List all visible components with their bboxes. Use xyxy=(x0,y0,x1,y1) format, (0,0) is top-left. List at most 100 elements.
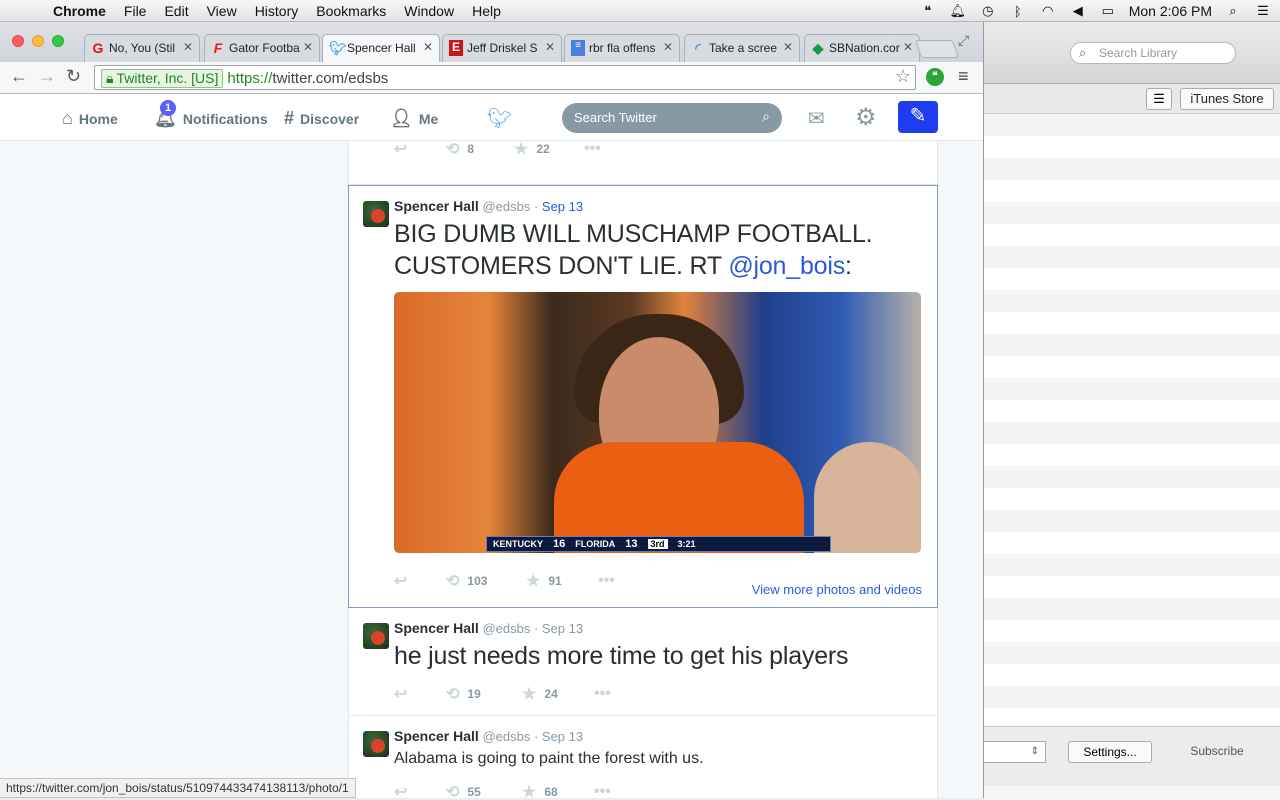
menu-clock[interactable]: Mon 2:06 PM xyxy=(1129,3,1212,19)
tab-rbr-fla[interactable]: ≡ rbr fla offens ✕ xyxy=(564,34,680,62)
author-name[interactable]: Spencer Hall xyxy=(394,728,479,744)
favorite-button[interactable]: ★ 91 xyxy=(526,571,598,591)
mention-link[interactable]: @jon_bois xyxy=(728,252,845,280)
author-handle[interactable]: @edsbs xyxy=(482,729,530,744)
reply-button[interactable]: ↩ xyxy=(394,782,446,798)
favorite-button[interactable]: ★ 22 xyxy=(514,141,584,159)
close-tab-icon[interactable]: ✕ xyxy=(780,40,793,54)
reload-icon[interactable]: ↻ xyxy=(66,66,81,87)
avatar[interactable] xyxy=(363,731,389,757)
menu-file[interactable]: File xyxy=(115,3,156,19)
close-tab-icon[interactable]: ✕ xyxy=(180,40,193,54)
close-tab-icon[interactable]: ✕ xyxy=(542,40,555,54)
tab-spencer-hall[interactable]: 🐦︎ Spencer Hall ✕ xyxy=(322,34,440,62)
nav-me[interactable]: 👤︎ Me xyxy=(390,108,438,129)
author-handle[interactable]: @edsbs xyxy=(482,199,530,214)
search-icon[interactable]: ⌕ xyxy=(762,108,770,125)
tab-jeff-driskel[interactable]: E Jeff Driskel S ✕ xyxy=(442,34,562,62)
hangouts-icon[interactable]: ❝ xyxy=(919,3,937,19)
address-bar[interactable]: 🔒︎ Twitter, Inc. [US] https://twitter.com/… xyxy=(94,65,916,90)
retweet-count: 19 xyxy=(467,687,481,701)
menu-view[interactable]: View xyxy=(198,3,246,19)
nav-discover[interactable]: # Discover xyxy=(284,108,359,129)
back-arrow-icon[interactable]: ← xyxy=(10,66,28,87)
chrome-window: G No, You (Stil ✕ F Gator Footba ✕ 🐦︎ Sp… xyxy=(0,22,984,798)
menu-bookmarks[interactable]: Bookmarks xyxy=(307,3,395,19)
time-machine-icon[interactable]: ◷ xyxy=(979,3,997,19)
reply-button[interactable]: ↩ xyxy=(394,571,446,591)
tweet-date[interactable]: Sep 13 xyxy=(542,199,583,214)
chrome-menu-icon[interactable]: ≡ xyxy=(958,66,969,87)
tweet-expanded[interactable]: Spencer Hall @edsbs · Sep 13 BIG DUMB WI… xyxy=(348,185,938,608)
itunes-select[interactable]: ⇕ xyxy=(984,741,1046,763)
close-window-button[interactable] xyxy=(12,35,24,47)
tab-gator-football[interactable]: F Gator Footba ✕ xyxy=(204,34,320,62)
reply-button[interactable]: ↩ xyxy=(394,141,446,159)
twitter-bird-logo-icon[interactable]: 🐦︎ xyxy=(487,106,512,131)
fullscreen-icon[interactable]: ⤢ xyxy=(958,32,969,49)
person-icon: 👤︎ xyxy=(390,108,413,128)
direct-messages-icon[interactable]: ✉ xyxy=(808,106,825,131)
retweet-button[interactable]: ⟲ 8 xyxy=(446,141,514,159)
close-tab-icon[interactable]: ✕ xyxy=(420,40,433,54)
twitter-search-input[interactable]: Search Twitter ⌕ xyxy=(562,103,782,133)
menu-history[interactable]: History xyxy=(246,3,308,19)
more-button[interactable]: ••• xyxy=(584,141,601,158)
tab-take-screenshot[interactable]: ◜ Take a scree ✕ xyxy=(684,34,800,62)
more-button[interactable]: ••• xyxy=(594,685,611,703)
battery-icon[interactable]: ▭ xyxy=(1099,3,1117,19)
tweet-date[interactable]: Sep 13 xyxy=(542,729,583,744)
more-button[interactable]: ••• xyxy=(594,783,611,798)
new-tab-button[interactable] xyxy=(914,40,960,58)
close-tab-icon[interactable]: ✕ xyxy=(900,40,913,54)
tab-no-you[interactable]: G No, You (Stil ✕ xyxy=(84,34,200,62)
home-icon: ⌂ xyxy=(62,108,73,128)
itunes-store-button[interactable]: iTunes Store xyxy=(1180,88,1274,110)
menu-window[interactable]: Window xyxy=(395,3,463,19)
window-controls xyxy=(12,35,64,47)
view-more-photos-link[interactable]: View more photos and videos xyxy=(752,582,922,597)
tweet[interactable]: Spencer Hall @edsbs · Sep 13 Alabama is … xyxy=(349,716,937,798)
tweet-date[interactable]: Sep 13 xyxy=(542,621,583,636)
favorite-button[interactable]: ★ 68 xyxy=(522,782,594,798)
bookmark-star-icon[interactable]: ☆ xyxy=(895,66,911,87)
itunes-settings-button[interactable]: Settings... xyxy=(1068,741,1152,763)
menu-help[interactable]: Help xyxy=(463,3,510,19)
wifi-icon[interactable]: ◠ xyxy=(1039,3,1057,19)
avatar[interactable] xyxy=(363,201,389,227)
close-tab-icon[interactable]: ✕ xyxy=(660,40,673,54)
tab-sbnation[interactable]: ◆ SBNation.cor ✕ xyxy=(804,34,920,62)
retweet-button[interactable]: ⟲ 55 xyxy=(446,782,522,798)
compose-tweet-button[interactable]: ✎ xyxy=(898,101,938,133)
author-handle[interactable]: @edsbs xyxy=(482,621,530,636)
reply-button[interactable]: ↩ xyxy=(394,684,446,704)
tweet[interactable]: Spencer Hall @edsbs · Sep 13 he just nee… xyxy=(349,608,937,716)
retweet-button[interactable]: ⟲ 19 xyxy=(446,684,522,704)
hangouts-extension-icon[interactable]: ❝ xyxy=(926,68,944,86)
bluetooth-icon[interactable]: ᛒ xyxy=(1009,4,1027,19)
close-tab-icon[interactable]: ✕ xyxy=(300,40,313,54)
author-name[interactable]: Spencer Hall xyxy=(394,198,479,214)
tweet-photo[interactable]: KENTUCKY 16 FLORIDA 13 3rd 3:21 xyxy=(394,292,921,553)
settings-gear-icon[interactable]: ⚙ xyxy=(855,103,877,132)
menu-app-name[interactable]: Chrome xyxy=(44,3,115,19)
retweet-button[interactable]: ⟲ 103 xyxy=(446,571,526,591)
notification-bell-icon[interactable]: 🔔︎ xyxy=(949,3,967,19)
more-button[interactable]: ••• xyxy=(598,572,615,590)
forward-arrow-icon[interactable]: → xyxy=(38,66,56,87)
zoom-window-button[interactable] xyxy=(52,35,64,47)
itunes-subscribe-button[interactable]: Subscribe xyxy=(1174,741,1260,763)
itunes-search-field[interactable]: ⌕ Search Library xyxy=(1070,42,1236,64)
list-view-button[interactable]: ☰ xyxy=(1146,88,1172,110)
volume-icon[interactable]: ◀︎ xyxy=(1069,3,1087,19)
spotlight-search-icon[interactable]: ⌕ xyxy=(1224,3,1242,19)
menu-edit[interactable]: Edit xyxy=(155,3,197,19)
author-name[interactable]: Spencer Hall xyxy=(394,620,479,636)
notification-center-icon[interactable]: ☰ xyxy=(1254,3,1272,19)
ev-certificate-badge[interactable]: 🔒︎ Twitter, Inc. [US] xyxy=(101,69,224,88)
favorite-count: 24 xyxy=(544,687,558,701)
favorite-button[interactable]: ★ 24 xyxy=(522,684,594,704)
nav-home[interactable]: ⌂ Home xyxy=(62,108,118,129)
avatar[interactable] xyxy=(363,623,389,649)
minimize-window-button[interactable] xyxy=(32,35,44,47)
